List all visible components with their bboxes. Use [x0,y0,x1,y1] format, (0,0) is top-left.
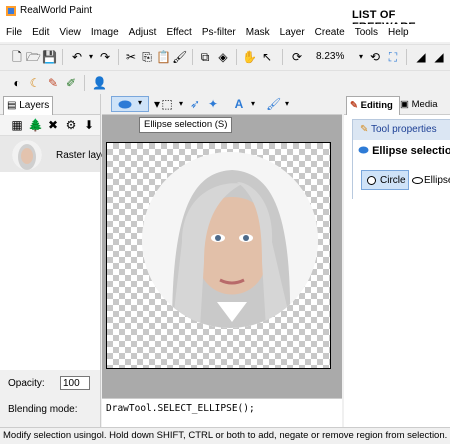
media-tab-icon: ▣ [400,99,409,110]
pointer-icon[interactable]: ↖ [260,50,274,64]
layer-merge-icon[interactable]: ⬇ [82,118,96,132]
magic-wand-icon[interactable]: ✦ [206,97,220,111]
tool-title-label: Ellipse selection [372,145,450,157]
menu-tools[interactable]: Tools [351,24,382,42]
wrench-icon: ✎ [360,124,369,135]
tab-layers[interactable]: ▤ Layers [3,96,53,115]
menu-view[interactable]: View [55,24,85,42]
zoom-icon[interactable]: ⟳ [290,50,304,64]
user-icon[interactable]: 👤 [92,76,107,90]
ellipse-title-icon [358,146,369,154]
menu-bar: File Edit View Image Adjust Effect Ps-fi… [0,24,450,42]
menu-image[interactable]: Image [87,24,123,42]
open-file-icon[interactable]: 🗁 [26,50,41,64]
layer-grid-icon[interactable]: ▦ [10,118,24,132]
text-tool-icon[interactable]: A [232,97,246,111]
portrait-image [142,152,318,328]
crop-icon[interactable]: ⧉ [198,50,212,64]
main-toolbar: 🗋 🗁 💾 ↶ ▾ ↷ ✂ ⎘ 📋 🖌 ⧉ ◈ ✋ ↖ ⟳ 8.23% ▾ ⟲ … [0,44,450,69]
circle-option-label: Circle [380,175,406,186]
tooltip: Ellipse selection (S) [139,117,233,133]
edit-icon[interactable]: ✐ [64,76,78,90]
layer-delete-icon[interactable]: ✖ [46,118,60,132]
zoom-level[interactable]: 8.23% [316,51,344,62]
circle-icon [367,176,376,185]
contrast-icon[interactable]: ◐ [10,76,24,90]
opacity-label: Opacity: [8,378,45,389]
menu-adjust[interactable]: Adjust [125,24,161,42]
zoom-dropdown-icon[interactable]: ▾ [354,50,368,64]
blending-mode-label: Blending mode: [8,404,78,415]
layers-tab-label: Layers [19,100,50,111]
new-file-icon[interactable]: 🗋 [10,50,24,64]
hand-tool-icon[interactable]: ✋ [242,50,257,64]
menu-effect[interactable]: Effect [162,24,195,42]
ellipse-icon [118,100,132,109]
menu-ps-filter[interactable]: Ps-filter [198,24,240,42]
ellipse-selection-button[interactable]: ▾ [111,96,149,112]
pencil-icon[interactable]: ✎ [46,76,60,90]
tool-eraser-alt-icon[interactable]: ◢ [432,50,446,64]
layer-tree-icon[interactable]: 🌲 [28,118,43,132]
editing-tab-label: Editing [360,100,393,111]
lasso-icon[interactable]: ➶ [188,97,202,111]
layer-mask-icon[interactable]: ◈ [216,50,230,64]
tab-editing[interactable]: ✎ Editing [346,96,400,115]
tool-eraser-icon[interactable]: ◢ [414,50,428,64]
tool-properties-header[interactable]: ✎ Tool properties [360,124,437,135]
delete-icon[interactable]: 🖌 [172,50,187,64]
zoom-fit-icon[interactable]: ⟲ [368,50,382,64]
ellipse-option-icon[interactable] [412,177,423,184]
redo-icon[interactable]: ↷ [98,50,112,64]
menu-create[interactable]: Create [311,24,349,42]
media-tab-label: Media [411,99,438,110]
paste-icon[interactable]: 📋 [156,50,171,64]
menu-file[interactable]: File [2,24,26,42]
tab-media[interactable]: ▣ Media [400,96,450,114]
secondary-toolbar: ◐ ☾ ✎ ✐ 👤 [0,70,450,95]
ellipse-option-label[interactable]: Ellipse [424,175,450,186]
brush-dropdown-icon[interactable]: ▾ [280,97,294,111]
menu-mask[interactable]: Mask [242,24,274,42]
layer-thumbnail [12,140,42,170]
opacity-input[interactable]: 100 [60,376,90,390]
rect-selection-icon[interactable]: ⬚ [160,97,174,111]
menu-edit[interactable]: Edit [28,24,53,42]
layer-tools: ▦ 🌲 ✖ ⚙ ⬇ [0,115,100,136]
text-dropdown-icon[interactable]: ▾ [246,97,260,111]
editing-tab-icon: ✎ [350,100,358,111]
app-icon [6,6,16,16]
layer-properties-icon[interactable]: ⚙ [64,118,78,132]
undo-icon[interactable]: ↶ [70,50,84,64]
undo-dropdown-icon[interactable]: ▾ [84,50,98,64]
script-text: DrawTool.SELECT_ELLIPSE(); [106,403,255,414]
menu-help[interactable]: Help [384,24,413,42]
rect-dropdown-icon[interactable]: ▾ [174,97,188,111]
layers-tab-icon: ▤ [7,100,17,111]
status-text: Modify selection usingol. Hold down SHIF… [3,430,448,441]
menu-layer[interactable]: Layer [276,24,309,42]
window-title: RealWorld Paint [20,5,93,16]
tool-properties-label: Tool properties [371,124,437,135]
tool-title: Ellipse selection [358,145,450,157]
cut-icon[interactable]: ✂ [124,50,138,64]
moon-icon[interactable]: ☾ [28,76,42,90]
brush-icon[interactable]: 🖌 [266,97,281,111]
copy-icon[interactable]: ⎘ [140,50,154,64]
save-icon[interactable]: 💾 [42,50,57,64]
fullscreen-icon[interactable]: ⛶ [386,50,400,64]
ellipse-dropdown-icon[interactable]: ▾ [138,98,142,107]
